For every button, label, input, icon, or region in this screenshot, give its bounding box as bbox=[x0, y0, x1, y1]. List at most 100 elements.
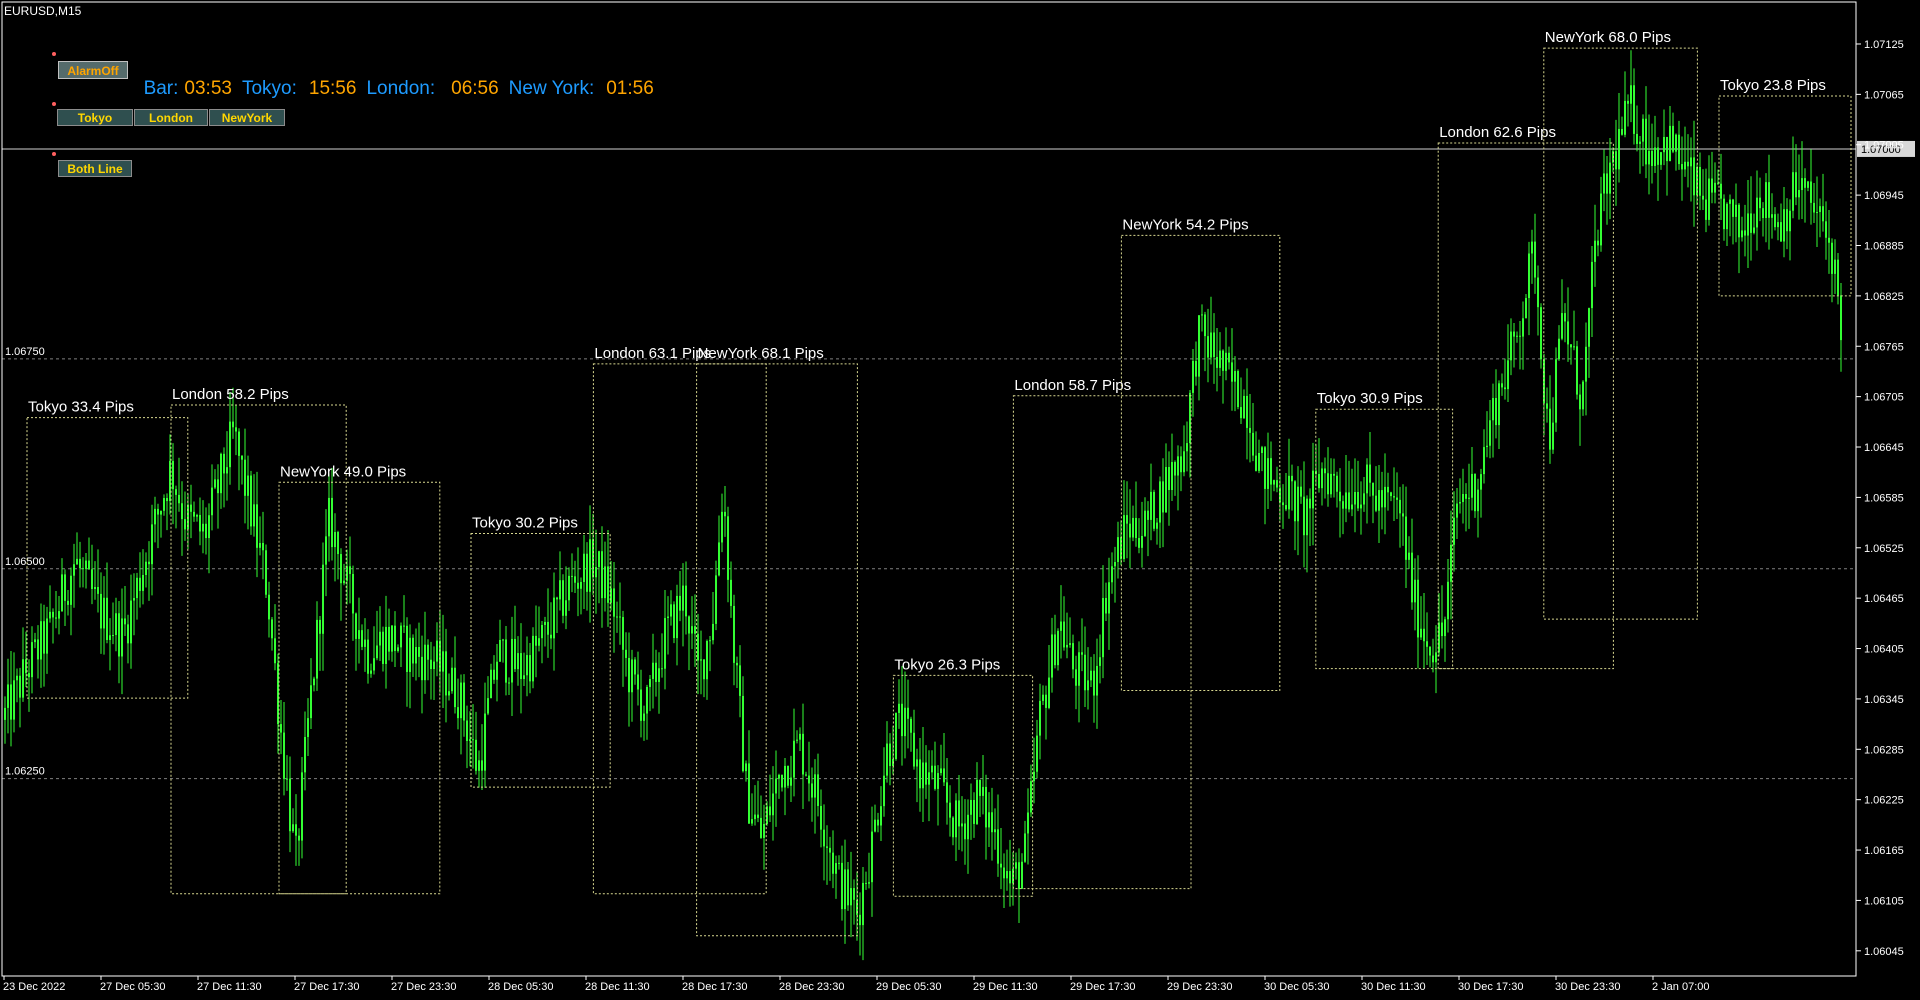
candle-body bbox=[778, 774, 780, 779]
candle-body bbox=[1804, 178, 1806, 188]
candle-body bbox=[322, 564, 324, 634]
candle-body bbox=[1156, 522, 1158, 529]
time-tick-label: 30 Dec 17:30 bbox=[1458, 981, 1523, 993]
candle-body bbox=[1759, 197, 1761, 209]
candle-body bbox=[886, 743, 888, 776]
candle-body bbox=[1237, 371, 1239, 408]
candle-body bbox=[292, 824, 294, 832]
candle-body bbox=[1657, 147, 1659, 165]
candle-body bbox=[469, 739, 471, 742]
candle-body bbox=[1204, 314, 1206, 337]
candle-body bbox=[151, 524, 153, 565]
candle-body bbox=[1660, 152, 1662, 165]
candle-body bbox=[1471, 473, 1473, 498]
time-tick-label: 27 Dec 23:30 bbox=[391, 981, 456, 993]
candle-body bbox=[31, 642, 33, 678]
candle-body bbox=[1048, 677, 1050, 708]
candle-body bbox=[841, 862, 843, 910]
candle-body bbox=[1126, 515, 1128, 524]
session-box bbox=[278, 481, 441, 895]
newyork-session-button[interactable]: NewYork bbox=[209, 109, 285, 126]
candle-body bbox=[1522, 318, 1524, 337]
candle-body bbox=[577, 582, 579, 589]
candle-body bbox=[289, 778, 291, 832]
candle-body bbox=[811, 783, 813, 798]
candle-body bbox=[1183, 451, 1185, 473]
candle-body bbox=[1462, 494, 1464, 502]
time-tick-label: 28 Dec 23:30 bbox=[779, 981, 844, 993]
time-tick-label: 29 Dec 23:30 bbox=[1167, 981, 1232, 993]
candle-body bbox=[1453, 517, 1455, 545]
session-box bbox=[592, 363, 767, 895]
candle-body bbox=[163, 498, 165, 511]
candle-body bbox=[1039, 700, 1041, 736]
candle-body bbox=[1486, 445, 1488, 448]
candle-body bbox=[658, 668, 660, 682]
candle-body bbox=[1579, 394, 1581, 410]
candle-body bbox=[1255, 455, 1257, 471]
candle-body bbox=[1354, 491, 1356, 505]
candle-body bbox=[637, 674, 639, 690]
candle-body bbox=[580, 582, 582, 589]
time-tick-label: 29 Dec 05:30 bbox=[876, 981, 941, 993]
candle-body bbox=[1243, 395, 1245, 419]
candle-body bbox=[619, 616, 621, 618]
candle-body bbox=[1147, 510, 1149, 520]
candle-body bbox=[949, 802, 951, 818]
candle-body bbox=[826, 846, 828, 848]
candle-body bbox=[1540, 307, 1542, 360]
candle-body bbox=[19, 675, 21, 698]
candle-body bbox=[100, 593, 102, 629]
candle-body bbox=[1261, 447, 1263, 453]
candle-body bbox=[1549, 408, 1551, 450]
candle-body bbox=[1606, 173, 1608, 194]
candle-body bbox=[1705, 199, 1707, 220]
candle-body bbox=[1507, 360, 1509, 390]
candle-body bbox=[1186, 443, 1188, 452]
candle-body bbox=[1054, 634, 1056, 666]
candle-body bbox=[1102, 597, 1104, 658]
london-session-button[interactable]: London bbox=[134, 109, 208, 126]
candle-body bbox=[424, 644, 426, 681]
level-label: 1.06500 bbox=[5, 556, 45, 568]
candle-body bbox=[1381, 490, 1383, 508]
candle-body bbox=[196, 514, 198, 517]
candle-body bbox=[343, 580, 345, 584]
candle-body bbox=[757, 814, 759, 818]
candle-body bbox=[1276, 480, 1278, 488]
candle-body bbox=[148, 561, 150, 565]
candle-body bbox=[1129, 523, 1131, 538]
candle-body bbox=[616, 616, 618, 618]
tokyo-session-button[interactable]: Tokyo bbox=[57, 109, 133, 126]
candle-body bbox=[1582, 381, 1584, 410]
candle-body bbox=[232, 421, 234, 428]
candle-body bbox=[397, 647, 399, 651]
candle-body bbox=[1822, 206, 1824, 222]
candle-body bbox=[313, 678, 315, 686]
candle-body bbox=[367, 639, 369, 674]
price-chart[interactable]: 1.06750 1.06500 1.06250 Tokyo 33.4 Pips Lon… bbox=[0, 0, 1920, 1000]
candle-body bbox=[259, 542, 261, 548]
candle-body bbox=[355, 613, 357, 639]
candle-body bbox=[127, 624, 129, 644]
candle-body bbox=[1105, 597, 1107, 614]
candle-body bbox=[34, 639, 36, 643]
candle-body bbox=[328, 497, 330, 537]
candle-body bbox=[49, 611, 51, 619]
candle-body bbox=[460, 682, 462, 719]
alarm-toggle-button[interactable]: AlarmOff bbox=[58, 61, 128, 79]
candle-body bbox=[1651, 150, 1653, 166]
candle-body bbox=[433, 661, 435, 670]
candle-body bbox=[1399, 499, 1401, 514]
candle-body bbox=[751, 819, 753, 824]
candle-body bbox=[241, 455, 243, 460]
candle-body bbox=[715, 575, 717, 624]
candle-body bbox=[547, 621, 549, 635]
candle-body bbox=[1702, 195, 1704, 200]
candle-body bbox=[1609, 162, 1611, 194]
candle-body bbox=[1378, 490, 1380, 511]
candle-body bbox=[1615, 151, 1617, 170]
candle-body bbox=[79, 558, 81, 569]
both-line-button[interactable]: Both Line bbox=[58, 160, 132, 177]
candle-body bbox=[73, 564, 75, 576]
